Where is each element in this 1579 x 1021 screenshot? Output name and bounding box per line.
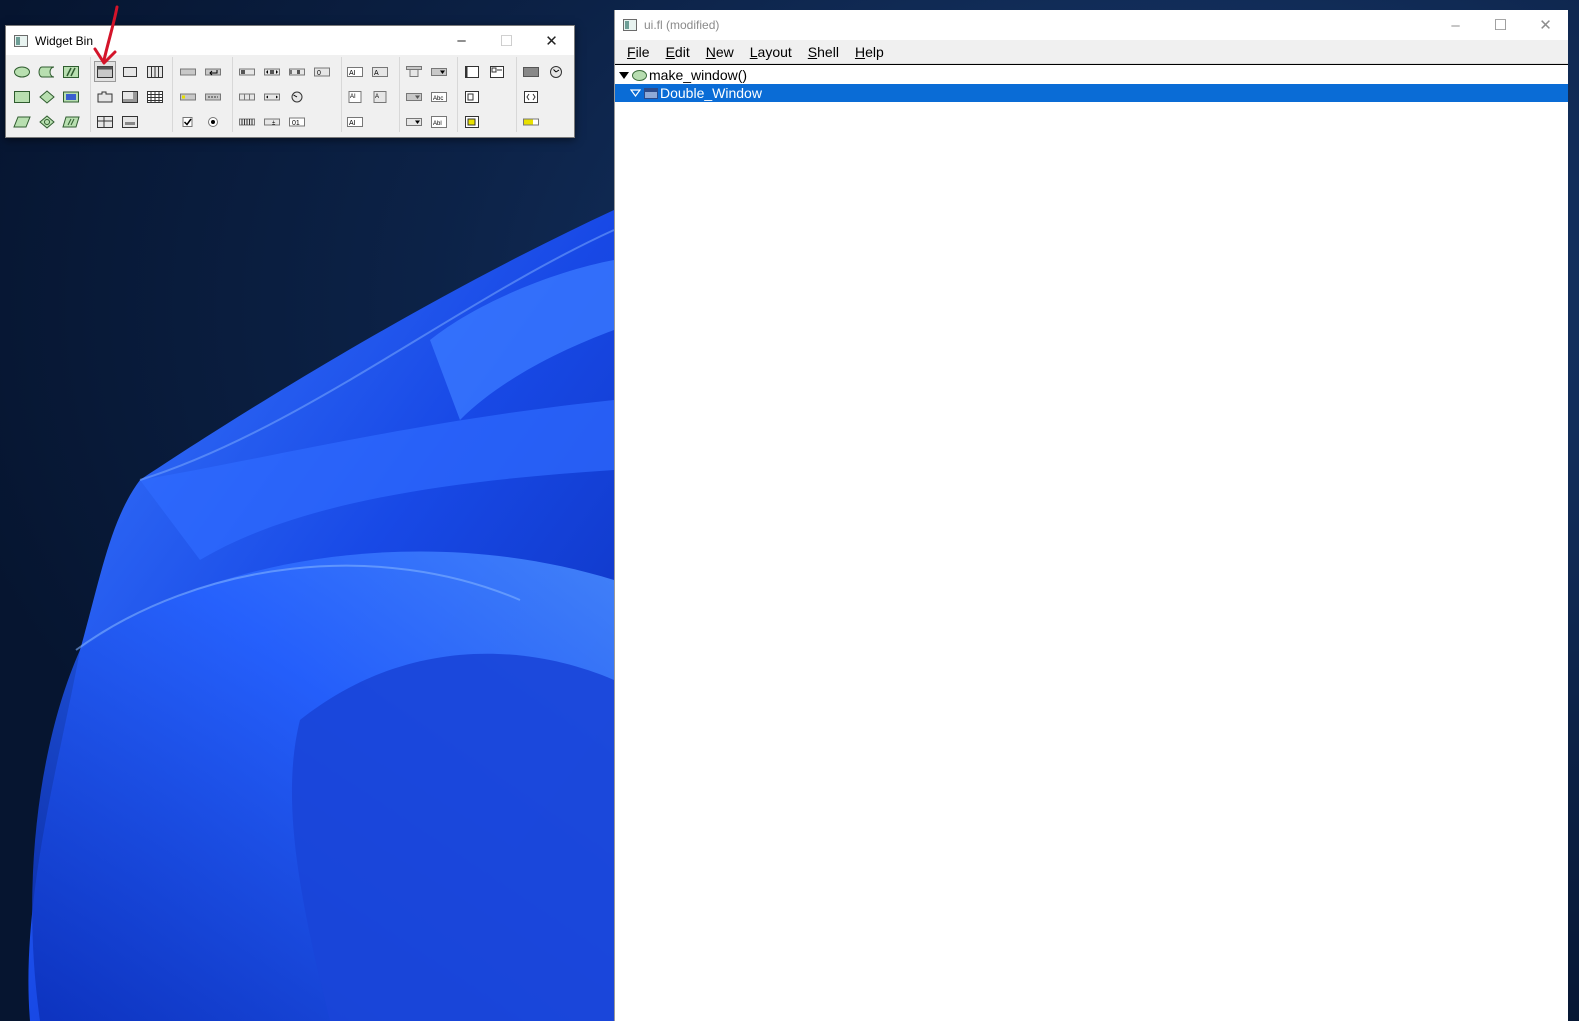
widget-bin-title: Widget Bin xyxy=(35,33,94,48)
minimize-button[interactable]: – xyxy=(439,26,484,55)
code-tool-icon[interactable] xyxy=(60,61,82,82)
tree-item-label: make_window() xyxy=(649,67,748,83)
clock-tool-icon[interactable] xyxy=(545,61,567,82)
roller-tool-icon[interactable] xyxy=(236,111,258,132)
svg-text:AI: AI xyxy=(349,70,356,77)
fluid-app-icon xyxy=(623,19,637,31)
round-button-tool-icon[interactable] xyxy=(202,111,224,132)
window-icon xyxy=(644,87,658,99)
svg-text:A: A xyxy=(375,94,379,100)
widget-bin-body: 0 ± 01 AI A AI A AI Abc Abl xyxy=(6,55,574,137)
data-tool-icon[interactable] xyxy=(11,111,33,132)
comment-tool-icon[interactable] xyxy=(36,61,58,82)
menu-bar: File Edit New Layout Shell Help xyxy=(615,40,1568,64)
svg-text:AI: AI xyxy=(350,94,356,100)
value-output-tool-icon[interactable]: 0 xyxy=(311,61,333,82)
menu-help[interactable]: Help xyxy=(847,44,892,60)
check-button-tool-icon[interactable] xyxy=(177,111,199,132)
svg-text:A: A xyxy=(374,70,379,77)
maximize-button: ☐ xyxy=(499,32,514,50)
menu-edit[interactable]: Edit xyxy=(658,44,698,60)
menu-file[interactable]: File xyxy=(619,44,658,60)
flex-input-tool-icon[interactable]: Abl xyxy=(428,111,450,132)
repeat-button-tool-icon[interactable] xyxy=(202,86,224,107)
widget-tree[interactable]: make_window() Double_Window xyxy=(615,64,1568,1021)
class-tool-icon[interactable] xyxy=(36,111,58,132)
spinner-tool-icon[interactable]: ± xyxy=(261,111,283,132)
input-choice2-tool-icon[interactable] xyxy=(403,111,425,132)
text-editor-tool-icon[interactable]: AI xyxy=(344,86,366,107)
tile-tool-icon[interactable] xyxy=(94,111,116,132)
close-button[interactable]: ✕ xyxy=(529,26,574,55)
fluid-app-icon xyxy=(14,34,28,47)
menu-shell[interactable]: Shell xyxy=(800,44,847,60)
widget-bin-titlebar[interactable]: Widget Bin – ☐ ✕ xyxy=(6,26,574,55)
input-choice-tool-icon[interactable]: Abc xyxy=(428,86,450,107)
scrollbar-tool-icon[interactable] xyxy=(261,61,283,82)
close-button[interactable]: ✕ xyxy=(1523,10,1568,40)
return-button-tool-icon[interactable] xyxy=(202,61,224,82)
decl-block-tool-icon[interactable] xyxy=(36,86,58,107)
output-tool-icon[interactable]: A xyxy=(369,61,391,82)
file-browser-tool-icon[interactable] xyxy=(461,86,483,107)
button-tool-icon[interactable] xyxy=(177,61,199,82)
function-tool-icon[interactable] xyxy=(11,61,33,82)
table-tool-icon[interactable] xyxy=(144,86,166,107)
value-slider-tool-icon[interactable] xyxy=(286,61,308,82)
menu-new[interactable]: New xyxy=(698,44,742,60)
svg-text:01: 01 xyxy=(292,120,300,127)
menu-button-tool-icon[interactable] xyxy=(428,61,450,82)
declaration-tool-icon[interactable] xyxy=(11,86,33,107)
expand-triangle-icon[interactable] xyxy=(630,89,641,97)
choice-tool-icon[interactable] xyxy=(403,86,425,107)
tabs-tool-icon[interactable] xyxy=(94,86,116,107)
maximize-button[interactable]: ☐ xyxy=(1478,10,1523,40)
menu-bar-tool-icon[interactable] xyxy=(403,61,425,82)
value-input-tool-icon[interactable]: 01 xyxy=(286,111,308,132)
svg-text:AI: AI xyxy=(349,120,356,127)
svg-text:0: 0 xyxy=(317,70,321,77)
svg-text:Abl: Abl xyxy=(433,121,442,127)
expand-triangle-icon[interactable] xyxy=(619,71,629,79)
check-browser-tool-icon[interactable] xyxy=(486,61,508,82)
group-tool-icon[interactable] xyxy=(119,61,141,82)
light-button-tool-icon[interactable] xyxy=(177,86,199,107)
tree-item-label: Double_Window xyxy=(660,85,762,101)
function-icon xyxy=(632,69,647,81)
wizard-tool-icon[interactable] xyxy=(119,111,141,132)
input-tool-icon[interactable]: AI xyxy=(344,61,366,82)
scroll-tool-icon[interactable] xyxy=(119,86,141,107)
minimize-button[interactable]: – xyxy=(1433,10,1478,40)
help-view-tool-icon[interactable] xyxy=(520,86,542,107)
dial-tool-icon[interactable] xyxy=(286,86,308,107)
pack-tool-icon[interactable] xyxy=(144,61,166,82)
tree-item-window[interactable]: Double_Window xyxy=(615,84,1568,102)
adjuster-tool-icon[interactable] xyxy=(236,86,258,107)
widget-bin-window: Widget Bin – ☐ ✕ 0 ± 01 AI A AI A AI Abc… xyxy=(5,25,575,138)
widget-class-tool-icon[interactable] xyxy=(60,86,82,107)
tree-item-function[interactable]: make_window() xyxy=(615,66,1568,84)
fluid-main-window: ui.fl (modified) – ☐ ✕ File Edit New Lay… xyxy=(614,10,1568,1021)
box-tool-icon[interactable] xyxy=(520,61,542,82)
main-titlebar[interactable]: ui.fl (modified) – ☐ ✕ xyxy=(615,10,1568,40)
window-tool-icon[interactable] xyxy=(94,61,116,82)
tree-tool-icon[interactable] xyxy=(461,111,483,132)
counter-tool-icon[interactable] xyxy=(261,86,283,107)
main-window-title: ui.fl (modified) xyxy=(644,18,720,32)
menu-layout[interactable]: Layout xyxy=(742,44,800,60)
file-input-tool-icon[interactable]: AI xyxy=(344,111,366,132)
svg-text:Abc: Abc xyxy=(433,96,443,102)
browser-tool-icon[interactable] xyxy=(461,61,483,82)
text-display-tool-icon[interactable]: A xyxy=(369,86,391,107)
progress-tool-icon[interactable] xyxy=(520,111,542,132)
code-block-tool-icon[interactable] xyxy=(60,111,82,132)
slider-tool-icon[interactable] xyxy=(236,61,258,82)
